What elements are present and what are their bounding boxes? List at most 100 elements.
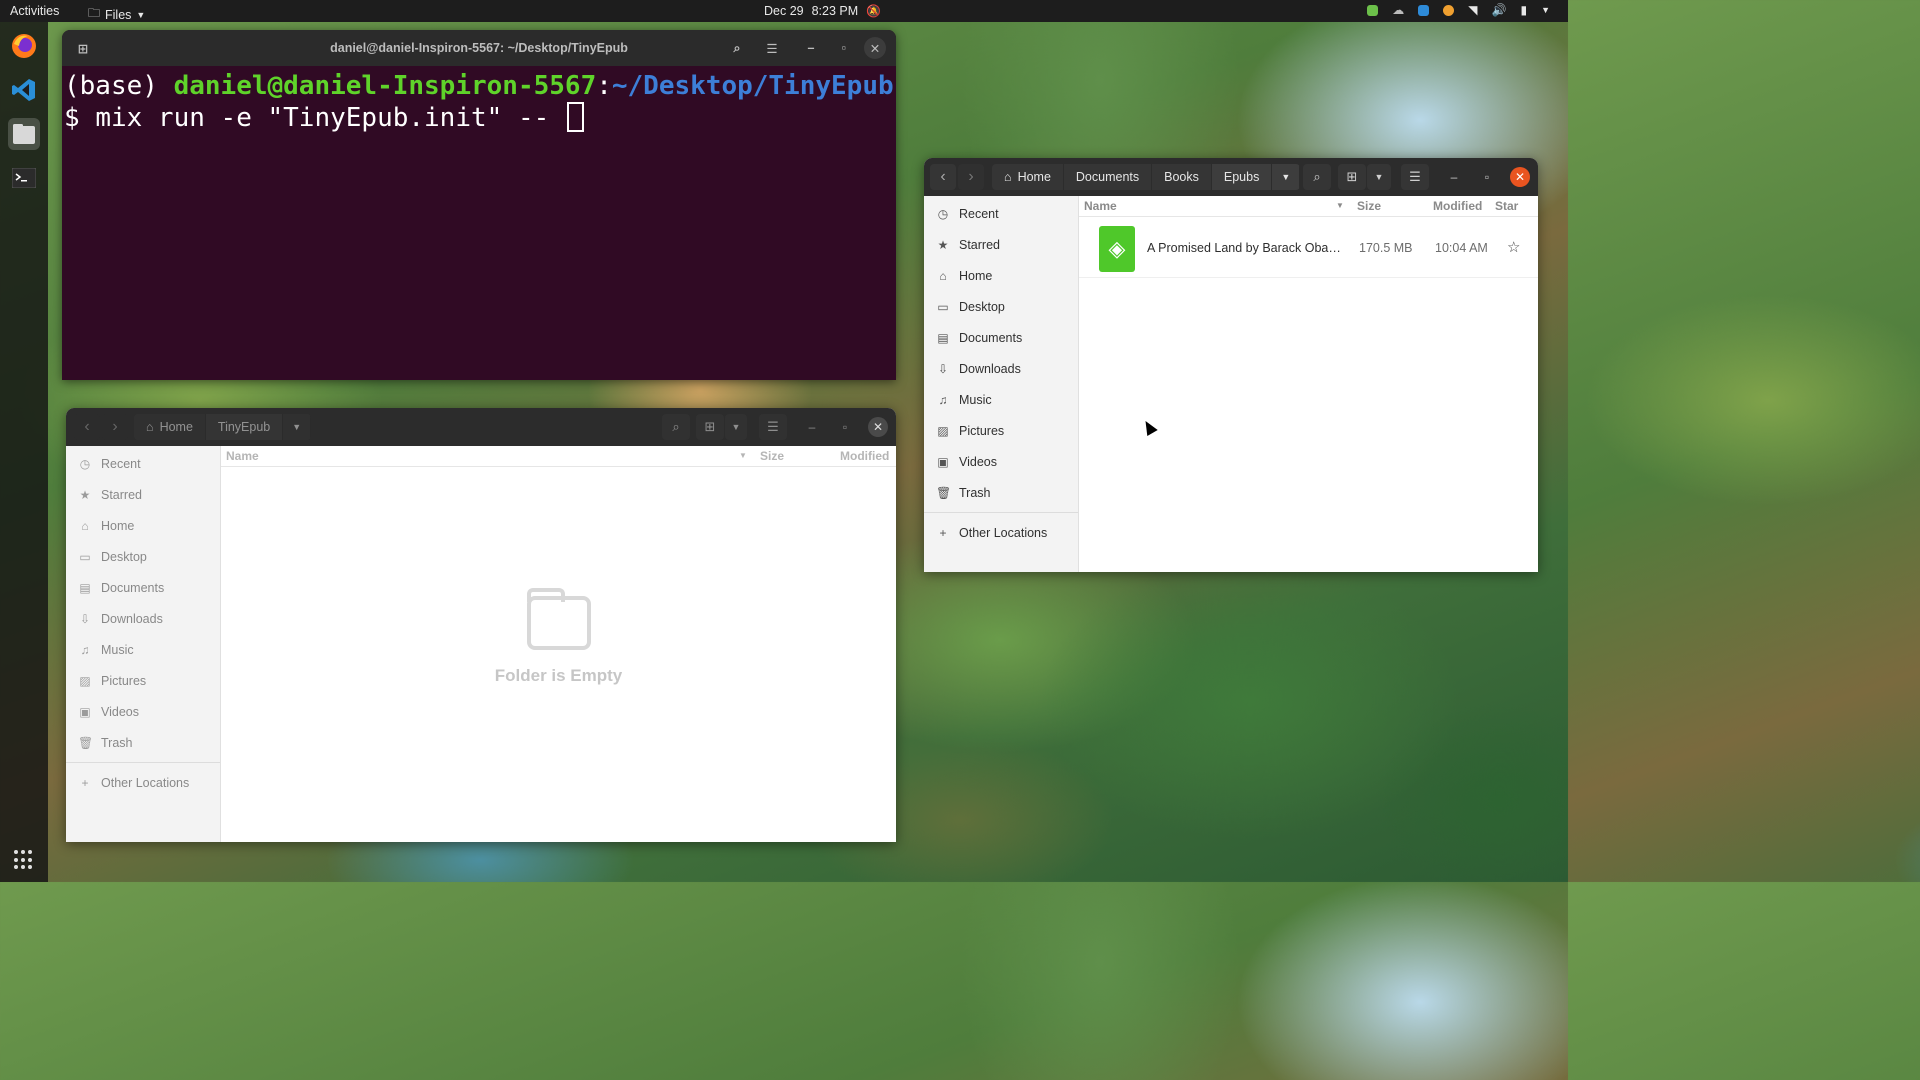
column-size[interactable]: Size — [760, 449, 784, 463]
minimize-icon[interactable]: – — [802, 417, 822, 437]
sidebar-item-downloads[interactable]: ⇩ Downloads — [924, 353, 1078, 384]
sidebar-item-videos[interactable]: ▣ Videos — [924, 446, 1078, 477]
sidebar-item-label: Desktop — [959, 299, 1005, 314]
star-icon[interactable]: ☆ — [1507, 238, 1520, 256]
apps-grid-icon[interactable] — [14, 850, 34, 870]
app-menu[interactable]: 🗀 Files ▼ — [88, 4, 145, 25]
close-icon[interactable]: ✕ — [868, 417, 888, 437]
files-icon[interactable] — [8, 118, 40, 150]
notifications-off-icon: 🔕 — [866, 4, 882, 18]
sidebar-item-other-locations[interactable]: + Other Locations — [66, 767, 220, 798]
column-name[interactable]: Name — [1084, 199, 1117, 213]
files-window-tinyepub[interactable]: ‹ › ⌂ Home TinyEpub ▼ ⌕ ⊞ ▼ ☰ – ▫ ✕ ◷ Rece… — [66, 408, 896, 842]
sidebar-item-trash[interactable]: 🗑 Trash — [924, 477, 1078, 508]
grid-view-icon[interactable]: ⊞ — [1338, 164, 1366, 190]
column-modified[interactable]: Modified — [1433, 199, 1482, 213]
menu-icon[interactable]: ☰ — [1401, 164, 1429, 190]
music-icon: ♫ — [80, 642, 90, 657]
view-options-icon[interactable]: ▼ — [725, 414, 747, 440]
sidebar-item-music[interactable]: ♫ Music — [66, 634, 220, 665]
trash-icon: 🗑 — [78, 735, 94, 750]
view-options-icon[interactable]: ▼ — [1367, 164, 1391, 190]
close-icon[interactable]: ✕ — [864, 37, 886, 59]
power-menu-icon[interactable]: ▼ — [1541, 5, 1550, 15]
sidebar-item-pictures[interactable]: ▨ Pictures — [66, 665, 220, 696]
sidebar-item-recent[interactable]: ◷ Recent — [924, 198, 1078, 229]
grid-view-icon[interactable]: ⊞ — [696, 414, 724, 440]
menu-icon[interactable]: ☰ — [759, 35, 785, 61]
sidebar-item-recent[interactable]: ◷ Recent — [66, 448, 220, 479]
sidebar-item-label: Videos — [101, 704, 139, 719]
document-icon: ▤ — [937, 330, 949, 345]
crumb-dropdown[interactable]: ▼ — [283, 414, 312, 440]
sidebar-item-trash[interactable]: 🗑 Trash — [66, 727, 220, 758]
vscode-icon[interactable] — [8, 74, 40, 106]
crumb-home[interactable]: ⌂ Home — [992, 164, 1064, 190]
table-row[interactable]: ◈ A Promised Land by Barack Obam… 170.5 … — [1079, 222, 1538, 278]
close-icon[interactable]: ✕ — [1510, 167, 1530, 187]
sidebar-item-desktop[interactable]: ▭ Desktop — [66, 541, 220, 572]
sidebar-item-home[interactable]: ⌂ Home — [66, 510, 220, 541]
terminal-icon[interactable] — [8, 162, 40, 194]
volume-icon[interactable]: 🔊 — [1492, 3, 1507, 17]
column-star[interactable]: Star — [1495, 199, 1518, 213]
crumb-epubs[interactable]: Epubs — [1211, 164, 1273, 190]
sidebar-item-label: Music — [101, 642, 134, 657]
search-icon[interactable]: ⌕ — [662, 414, 690, 440]
minimize-icon[interactable]: – — [1444, 167, 1464, 187]
document-icon: ▤ — [79, 580, 91, 595]
sidebar-item-videos[interactable]: ▣ Videos — [66, 696, 220, 727]
star-icon: ★ — [937, 237, 949, 252]
forward-button[interactable]: › — [102, 414, 128, 440]
clock[interactable]: Dec 29 8:23 PM 🔕 — [764, 4, 881, 18]
back-button[interactable]: ‹ — [74, 414, 100, 440]
cloud-icon[interactable]: ☁ — [1392, 3, 1404, 17]
column-name[interactable]: Name — [226, 449, 259, 463]
sidebar-item-starred[interactable]: ★ Starred — [66, 479, 220, 510]
files-window-epubs[interactable]: ‹ › ⌂ Home Documents Books Epubs ▼ ⌕ ⊞ ▼ … — [924, 158, 1538, 572]
sidebar-item-other-locations[interactable]: + Other Locations — [924, 517, 1078, 548]
menu-icon[interactable]: ☰ — [759, 414, 787, 440]
shield-icon[interactable] — [1367, 4, 1379, 16]
crumb-documents[interactable]: Documents — [1063, 164, 1153, 190]
empty-state-text: Folder is Empty — [494, 666, 623, 685]
sidebar-item-starred[interactable]: ★ Starred — [924, 229, 1078, 260]
firefox-icon[interactable] — [8, 30, 40, 62]
search-icon[interactable]: ⌕ — [724, 35, 750, 61]
crumb-tinyepub[interactable]: TinyEpub — [205, 414, 284, 440]
crumb-dropdown[interactable]: ▼ — [1272, 164, 1301, 190]
sidebar-item-documents[interactable]: ▤ Documents — [924, 322, 1078, 353]
wifi-icon[interactable]: ◥ — [1468, 3, 1477, 17]
sidebar-item-documents[interactable]: ▤ Documents — [66, 572, 220, 603]
terminal-output[interactable]: (base) daniel@daniel-Inspiron-5567:~/Des… — [62, 66, 896, 134]
update-icon[interactable] — [1443, 4, 1455, 16]
sidebar-item-pictures[interactable]: ▨ Pictures — [924, 415, 1078, 446]
sidebar-item-desktop[interactable]: ▭ Desktop — [924, 291, 1078, 322]
sidebar-item-label: Recent — [101, 456, 141, 471]
maximize-icon[interactable]: ▫ — [1477, 167, 1497, 187]
file-list[interactable]: Name ▼ Size Modified Star ◈ A Promised L… — [1079, 196, 1538, 572]
chat-icon[interactable] — [1418, 4, 1430, 16]
activities-button[interactable]: Activities — [10, 4, 59, 18]
terminal-window[interactable]: ⊞ daniel@daniel-Inspiron-5567: ~/Desktop… — [62, 30, 896, 380]
minimize-icon[interactable]: – — [798, 35, 824, 61]
sidebar-item-downloads[interactable]: ⇩ Downloads — [66, 603, 220, 634]
back-button[interactable]: ‹ — [930, 164, 956, 190]
maximize-icon[interactable]: ▫ — [835, 417, 855, 437]
crumb-home[interactable]: ⌂ Home — [134, 414, 206, 440]
maximize-icon[interactable]: ▫ — [831, 35, 857, 61]
sidebar-item-label: Downloads — [101, 611, 163, 626]
system-tray[interactable]: ☁ ◥ 🔊 ▮ ▼ — [1367, 3, 1550, 17]
sidebar-item-label: Home — [101, 518, 135, 533]
clock-time: 8:23 PM — [811, 4, 859, 18]
search-icon[interactable]: ⌕ — [1303, 164, 1331, 190]
forward-button[interactable]: › — [958, 164, 984, 190]
battery-icon[interactable]: ▮ — [1520, 3, 1527, 17]
column-size[interactable]: Size — [1357, 199, 1381, 213]
sidebar-item-label: Other Locations — [959, 525, 1048, 540]
column-modified[interactable]: Modified — [840, 449, 889, 463]
file-list[interactable]: Name ▼ Size Modified Folder is Empty — [221, 446, 896, 842]
crumb-books[interactable]: Books — [1152, 164, 1212, 190]
sidebar-item-home[interactable]: ⌂ Home — [924, 260, 1078, 291]
sidebar-item-music[interactable]: ♫ Music — [924, 384, 1078, 415]
